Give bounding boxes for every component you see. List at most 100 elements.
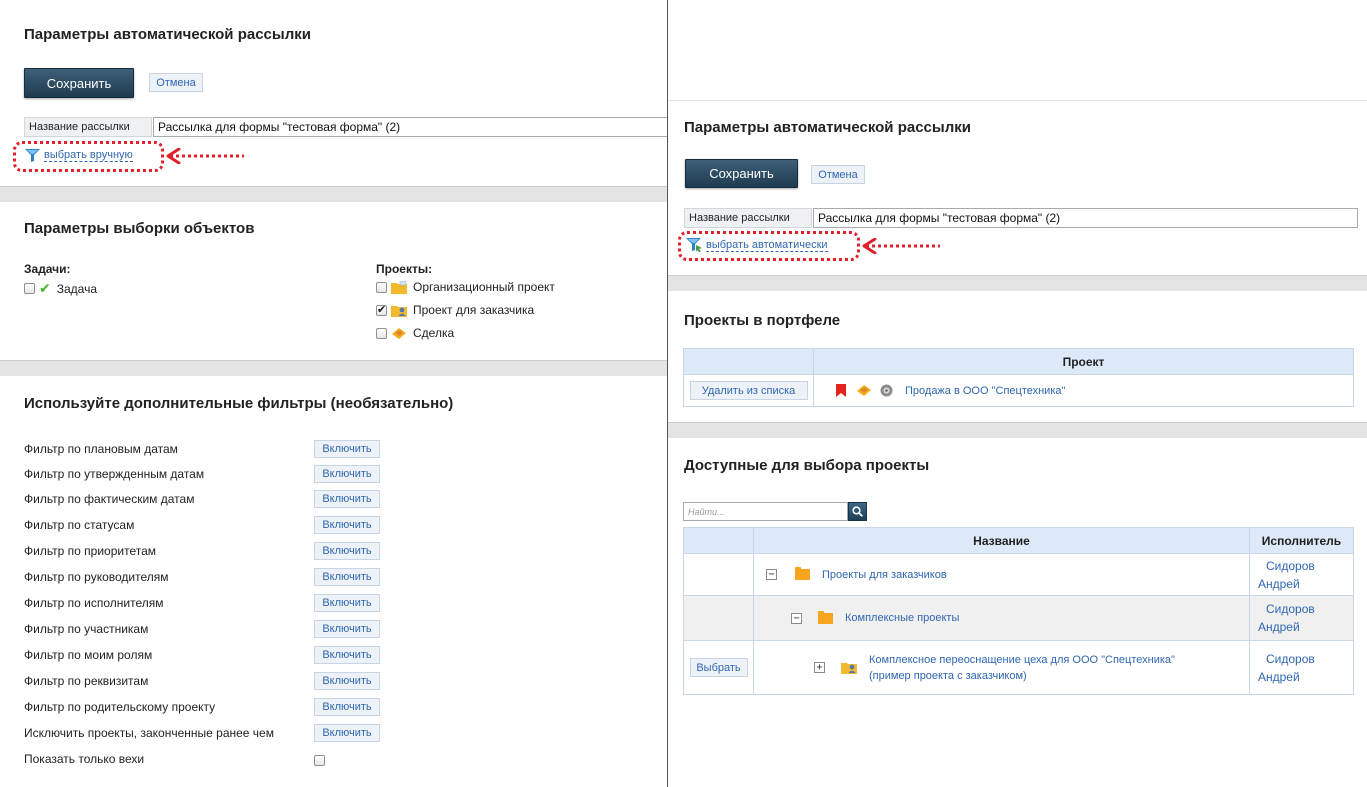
enable-filter-button[interactable]: Включить [314,646,380,664]
project-type-checkbox[interactable] [376,327,387,339]
portfolio-table: Проект Удалить из списка Продажа в ООО "… [683,348,1354,407]
enable-filter-button[interactable]: Включить [314,698,380,716]
task-checkbox[interactable] [24,283,35,294]
left-panel: Параметры автоматической рассылки Сохран… [0,0,667,787]
project-link[interactable]: Комплексные проекты [845,612,959,624]
page-title: Параметры автоматической рассылки [24,26,311,43]
filter-label: Фильтр по исполнителям [24,596,164,610]
project-type-option[interactable]: Организационный проект [376,280,555,294]
projects-label: Проекты: [376,262,433,276]
enable-filter-button[interactable]: Включить [314,724,380,742]
folder-icon [391,280,407,294]
project-type-option[interactable]: Проект для заказчика [376,303,534,317]
status-gear-icon [880,384,893,397]
executor-link[interactable]: Андрей [1258,668,1353,686]
folder-icon [795,567,810,580]
executor-link[interactable]: Сидоров [1258,600,1353,618]
right-panel: Параметры автоматической рассылки Сохран… [668,0,1367,787]
project-type-label: Организационный проект [413,280,555,294]
header-name: Название [753,527,1250,554]
page-title: Параметры автоматической рассылки [684,119,971,136]
table-row: Удалить из списка Продажа в ООО "Спецтех… [683,374,1354,407]
portfolio-header-empty [683,348,814,375]
enable-filter-button[interactable]: Включить [314,542,380,560]
mailing-name-label: Название рассылки [684,208,812,228]
enable-filter-button[interactable]: Включить [314,440,380,458]
select-auto-label: выбрать автоматически [706,238,828,252]
project-name-line: Комплексное переоснащение цеха для ООО "… [869,653,1175,666]
bookmark-flag-icon [836,384,846,397]
select-manual-link[interactable]: выбрать вручную [25,147,133,163]
enable-filter-button[interactable]: Включить [314,594,380,612]
deal-icon [392,327,406,339]
filter-label: Фильтр по реквизитам [24,674,149,688]
task-option[interactable]: ✔ Задача [24,280,97,297]
executor-link[interactable]: Сидоров [1258,650,1353,668]
section-divider [668,422,1367,438]
project-link[interactable]: Комплексное переоснащение цеха для ООО "… [869,652,1175,684]
portfolio-header-project: Проект [813,348,1354,375]
filter-label: Фильтр по руководителям [24,570,169,584]
filter-label: Фильтр по моим ролям [24,648,153,662]
save-button[interactable]: Сохранить [685,159,798,188]
save-button[interactable]: Сохранить [24,68,134,98]
cancel-button[interactable]: Отмена [811,165,865,184]
deal-icon [857,385,871,396]
available-projects-table: Название Исполнитель − Проекты для заказ… [683,527,1354,695]
project-type-checkbox[interactable] [376,281,387,293]
filter-label: Исключить проекты, законченные ранее чем [24,726,274,740]
header-empty [683,527,754,554]
enable-filter-button[interactable]: Включить [314,672,380,690]
check-mark-icon: ✔ [39,280,51,296]
project-type-label: Проект для заказчика [413,303,535,317]
header-executor: Исполнитель [1249,527,1354,554]
enable-filter-button[interactable]: Включить [314,568,380,586]
select-project-button[interactable]: Выбрать [689,658,748,677]
enable-filter-button[interactable]: Включить [314,516,380,534]
filter-label: Фильтр по участникам [24,622,149,636]
expand-toggle[interactable]: + [814,662,825,673]
collapse-toggle[interactable]: − [766,569,777,580]
section-divider [0,186,667,202]
milestones-checkbox[interactable] [314,755,325,767]
available-section-title: Доступные для выбора проекты [684,457,930,474]
arrow-annotation-icon [862,238,940,254]
collapse-toggle[interactable]: − [791,612,802,624]
table-row: − Комплексные проекты Сидоров Андрей [683,595,1354,641]
project-type-option[interactable]: Сделка [376,326,454,340]
filter-label: Фильтр по статусам [24,518,135,532]
top-divider [668,100,1367,101]
section-divider [0,360,667,376]
executor-link[interactable]: Андрей [1258,618,1353,636]
remove-from-list-button[interactable]: Удалить из списка [689,381,808,400]
selection-section-title: Параметры выборки объектов [24,220,255,237]
folder-icon [818,610,833,624]
auto-filter-icon [686,238,702,252]
enable-filter-button[interactable]: Включить [314,620,380,638]
project-type-checkbox[interactable] [376,303,387,316]
search-input[interactable]: Найти... [683,502,848,521]
customer-folder-icon [391,305,407,317]
filters-list: Фильтр по плановым датам Включить Фильтр… [0,0,667,767]
table-row: Выбрать + Комплексное переоснащение цеха… [683,640,1354,695]
table-row: − Проекты для заказчиков Сидоров Андрей [683,553,1354,596]
enable-filter-button[interactable]: Включить [314,490,380,508]
task-label: Задача [56,281,97,296]
mailing-name-input[interactable]: Рассылка для формы "тестовая форма" (2) [813,208,1358,228]
milestones-label: Показать только вехи [24,752,145,766]
mailing-name-label: Название рассылки [24,117,152,137]
filter-label: Фильтр по фактическим датам [24,492,195,506]
portfolio-project-link[interactable]: Продажа в ООО "Спецтехника" [905,385,1065,397]
mailing-name-input[interactable]: Рассылка для формы "тестовая форма" (2) [153,117,667,137]
cancel-button[interactable]: Отмена [149,73,203,92]
select-auto-link[interactable]: выбрать автоматически [686,237,828,253]
enable-filter-button[interactable]: Включить [314,465,380,483]
executor-link[interactable]: Андрей [1258,575,1353,593]
project-name-line: (пример проекта с заказчиком) [869,669,1027,682]
executor-link[interactable]: Сидоров [1258,557,1353,575]
project-link[interactable]: Проекты для заказчиков [822,569,947,581]
section-divider [668,275,1367,291]
search-button[interactable] [848,502,867,521]
portfolio-section-title: Проекты в портфеле [684,312,841,329]
project-type-label: Сделка [413,326,455,340]
